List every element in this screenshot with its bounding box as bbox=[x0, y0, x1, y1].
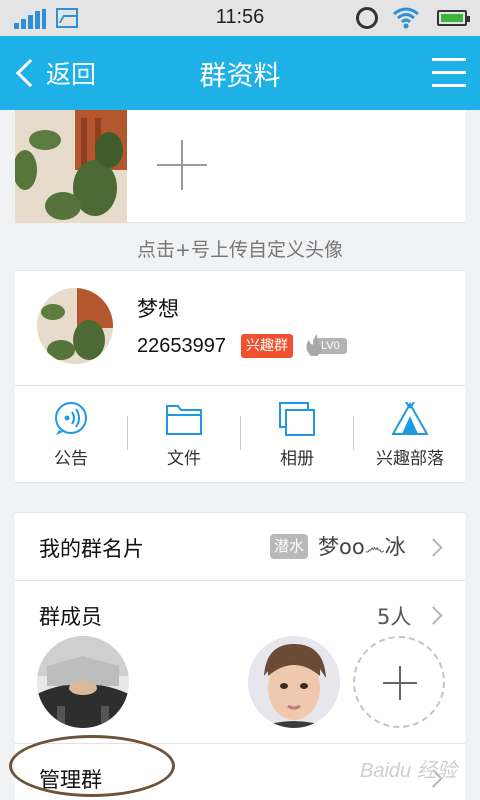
wifi-icon bbox=[393, 7, 419, 29]
my-group-card-label: 我的群名片 bbox=[39, 537, 144, 561]
highlight-annotation-circle bbox=[9, 735, 175, 797]
members-label: 群成员 bbox=[39, 605, 102, 629]
feature-label: 公告 bbox=[54, 449, 88, 469]
folder-icon bbox=[166, 405, 202, 435]
member-count: 5人 bbox=[377, 605, 412, 629]
chevron-right-icon bbox=[424, 538, 443, 557]
group-level-text: LV0 bbox=[321, 340, 340, 352]
alarm-icon bbox=[356, 7, 378, 29]
add-avatar-button[interactable] bbox=[157, 140, 207, 190]
album-icon bbox=[279, 402, 315, 436]
battery-icon bbox=[437, 10, 470, 26]
menu-icon[interactable] bbox=[432, 58, 466, 88]
feature-label: 兴趣部落 bbox=[376, 449, 444, 469]
status-bar: 11:56 bbox=[0, 0, 480, 36]
group-avatar-strip bbox=[15, 110, 465, 223]
page-title: 群资料 bbox=[199, 61, 281, 92]
my-group-card-row[interactable]: 我的群名片 潜水 梦oo෴冰 bbox=[15, 512, 465, 581]
member-avatar[interactable] bbox=[37, 636, 129, 728]
my-nickname: 梦oo෴冰 bbox=[318, 535, 406, 559]
add-member-button[interactable] bbox=[353, 636, 445, 728]
group-id: 22653997 bbox=[137, 335, 226, 357]
watermark: Baidu 经验 bbox=[360, 760, 457, 782]
feature-label: 文件 bbox=[167, 449, 201, 469]
interest-group-badge: 兴趣群 bbox=[241, 334, 293, 358]
feature-label: 相册 bbox=[280, 449, 314, 469]
feature-album[interactable]: 相册 bbox=[241, 386, 353, 483]
lurker-badge: 潜水 bbox=[270, 534, 309, 559]
chevron-right-icon bbox=[424, 606, 443, 625]
nav-bar: 返回 群资料 bbox=[0, 36, 480, 110]
feature-files[interactable]: 文件 bbox=[128, 386, 240, 483]
tribe-tent-icon bbox=[392, 402, 428, 435]
group-avatar-photo[interactable] bbox=[15, 110, 127, 223]
announcement-icon bbox=[55, 402, 87, 435]
group-name: 梦想 bbox=[137, 297, 179, 321]
group-avatar bbox=[37, 288, 113, 364]
member-avatar[interactable] bbox=[248, 636, 340, 728]
group-level-badge: LV0 bbox=[303, 334, 347, 358]
group-members-row[interactable]: 群成员 5人 bbox=[15, 581, 465, 744]
feature-tribe[interactable]: 兴趣部落 bbox=[354, 386, 466, 483]
group-features: 公告 文件 相册 兴趣部落 bbox=[15, 386, 465, 483]
group-info-card[interactable]: 梦想 22653997 兴趣群 LV0 bbox=[15, 270, 465, 386]
upload-avatar-hint: 点击+号上传自定义头像 bbox=[137, 239, 343, 261]
feature-announcement[interactable]: 公告 bbox=[15, 386, 127, 483]
